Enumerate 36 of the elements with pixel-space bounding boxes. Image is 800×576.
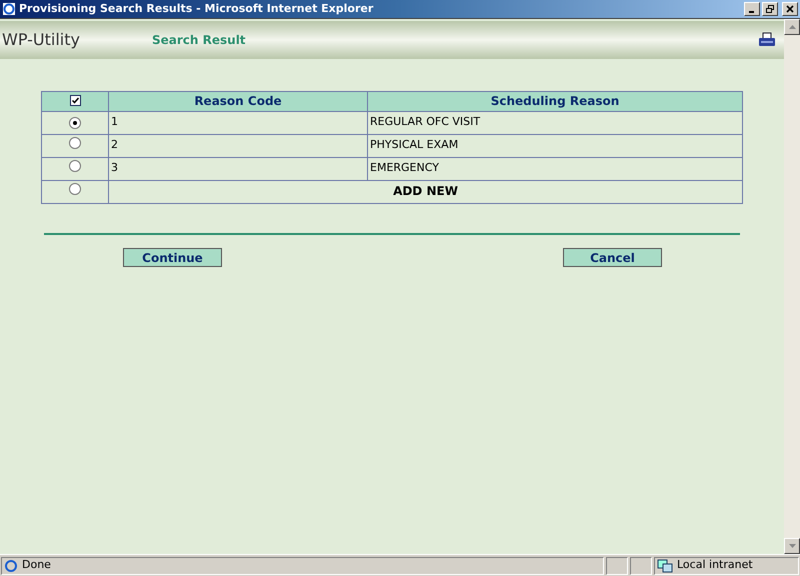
minimize-button[interactable] [744, 2, 760, 16]
scroll-up-button[interactable] [784, 19, 800, 35]
table-cell: PHYSICAL EXAM [370, 138, 458, 152]
printer-icon[interactable] [758, 32, 776, 48]
status-pane [630, 556, 652, 574]
radio-button[interactable] [69, 160, 81, 172]
select-all-checkbox[interactable] [70, 95, 80, 106]
radio-button[interactable] [69, 117, 81, 130]
browser-icon [2, 2, 16, 16]
restore-button[interactable] [762, 2, 778, 16]
status-pane [606, 556, 628, 574]
window-title: Provisioning Search Results - Microsoft Internet Explorer [19, 0, 374, 17]
network-icon [657, 558, 673, 572]
radio-button[interactable] [69, 136, 81, 149]
down-arrow-icon [788, 544, 796, 548]
status-text: Done [22, 557, 51, 574]
column-header: Reason Code [194, 94, 282, 108]
table-cell: EMERGENCY [370, 161, 439, 174]
continue-button[interactable]: Continue [123, 248, 222, 266]
table-cell: 3 [111, 161, 118, 174]
app-name: WP-Utility [2, 29, 81, 51]
cancel-button[interactable]: Cancel [563, 248, 662, 266]
table-cell: 2 [111, 138, 118, 152]
up-arrow-icon [788, 25, 796, 29]
add-new-option: ADD NEW [393, 184, 458, 198]
security-zone: Local intranet [677, 557, 753, 574]
radio-button[interactable] [69, 182, 81, 195]
page-icon [4, 558, 18, 572]
column-header: Scheduling Reason [490, 94, 620, 108]
table-cell: REGULAR OFC VISIT [370, 115, 480, 128]
table-cell: 1 [111, 115, 118, 128]
page-title: Search Result [152, 32, 246, 49]
restore-icon [766, 5, 774, 13]
scroll-down-button[interactable] [784, 538, 800, 554]
close-icon [786, 5, 794, 13]
close-button[interactable] [782, 2, 798, 16]
